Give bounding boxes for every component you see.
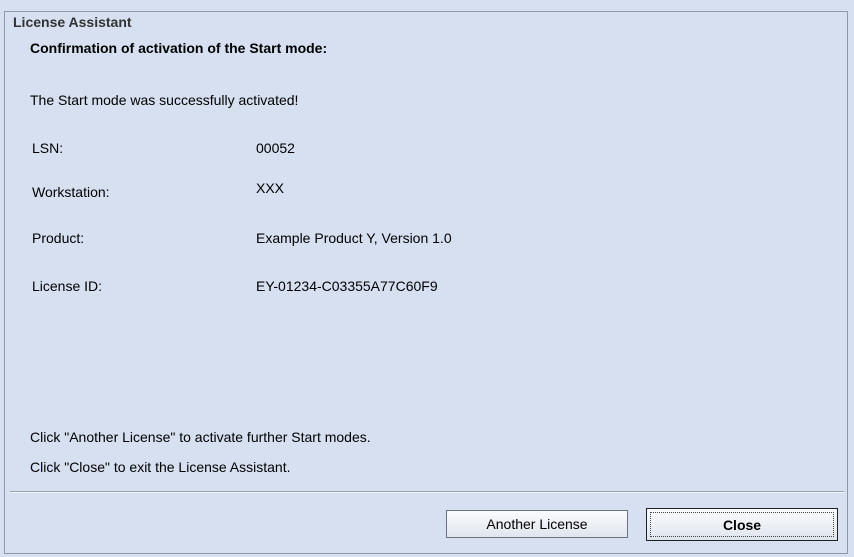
another-license-button[interactable]: Another License <box>446 510 628 538</box>
page-heading: Confirmation of activation of the Start … <box>30 40 328 56</box>
license-id-value: EY-01234-C03355A77C60F9 <box>256 278 438 294</box>
lsn-label: LSN: <box>32 140 64 156</box>
instruction-close: Click "Close" to exit the License Assist… <box>30 459 291 475</box>
footer-separator <box>10 491 844 493</box>
product-label: Product: <box>32 230 85 246</box>
workstation-label: Workstation: <box>32 184 110 200</box>
product-value: Example Product Y, Version 1.0 <box>256 230 452 246</box>
close-button-label: Close <box>722 516 762 533</box>
frame-title: License Assistant <box>11 14 134 30</box>
license-id-label: License ID: <box>32 278 103 294</box>
workstation-value: XXX <box>256 180 285 196</box>
success-message: The Start mode was successfully activate… <box>30 92 299 108</box>
lsn-value: 00052 <box>256 140 295 156</box>
instruction-another-license: Click "Another License" to activate furt… <box>30 429 371 445</box>
close-button[interactable]: Close <box>646 508 838 541</box>
